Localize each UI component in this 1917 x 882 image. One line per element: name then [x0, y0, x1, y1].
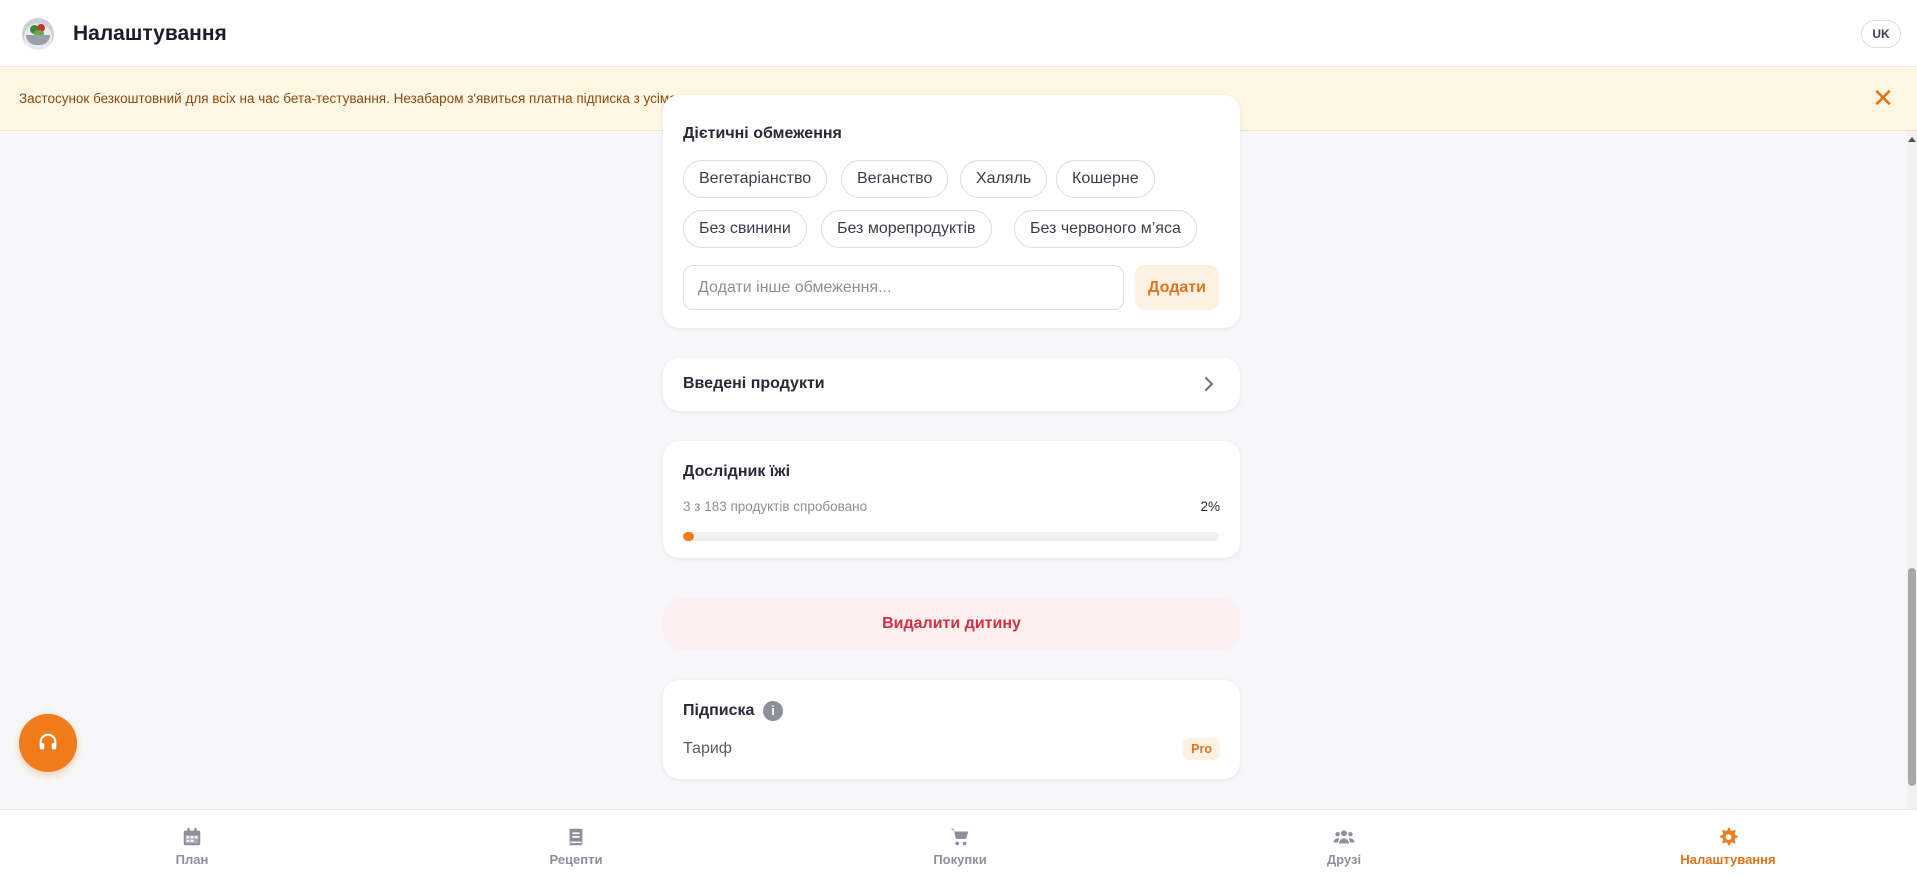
nav-item-plan[interactable]: План — [112, 810, 272, 882]
language-button[interactable]: UK — [1861, 20, 1901, 48]
explorer-percent: 2% — [1200, 499, 1220, 514]
nav-item-friends[interactable]: Друзі — [1264, 810, 1424, 882]
nav-label: Рецепти — [549, 852, 603, 867]
introduced-products-row[interactable]: Введені продукти — [663, 358, 1240, 411]
subscription-card: Підписка i Тариф Pro — [663, 680, 1240, 779]
diet-chip[interactable]: Веганство — [841, 160, 949, 198]
nav-item-settings[interactable]: Налаштування — [1648, 810, 1808, 882]
diet-chip[interactable]: Халяль — [960, 160, 1048, 198]
book-icon — [569, 828, 583, 846]
diet-chip[interactable]: Вегетаріанство — [683, 160, 828, 198]
diet-restrictions-card: Дієтичні обмеження Вегетаріанство Веганс… — [663, 95, 1240, 328]
page-title: Налаштування — [73, 22, 227, 45]
explorer-heading: Дослідник їжі — [683, 463, 791, 480]
food-explorer-card: Дослідник їжі 3 з 183 продуктів спробова… — [663, 441, 1240, 558]
tariff-badge: Pro — [1183, 738, 1220, 760]
diet-heading: Дієтичні обмеження — [683, 125, 842, 142]
nav-label: Друзі — [1326, 852, 1362, 867]
custom-restriction-input[interactable] — [683, 265, 1124, 310]
nav-item-shopping[interactable]: Покупки — [880, 810, 1040, 882]
app-header: Налаштування UK — [0, 0, 1917, 67]
chevron-right-icon — [1205, 377, 1213, 391]
nav-label: План — [175, 852, 209, 867]
bottom-navigation: План Рецепти Покупки Друзі Налаштування — [0, 809, 1917, 882]
scroll-up-arrow-icon[interactable] — [1908, 137, 1916, 142]
explorer-progress-text: 3 з 183 продуктів спробовано — [683, 499, 868, 514]
diet-chip[interactable]: Без свинини — [683, 210, 807, 248]
banner-text: Застосунок безкоштовний для всіх на час … — [19, 91, 777, 106]
headset-icon — [39, 733, 57, 750]
nav-label: Налаштування — [1680, 852, 1776, 867]
explorer-progress-fill — [683, 532, 694, 541]
diet-chip[interactable]: Без червоного м’яса — [1014, 210, 1197, 248]
explorer-progress-bar — [683, 532, 1219, 541]
users-icon — [1333, 830, 1355, 844]
nav-item-recipes[interactable]: Рецепти — [496, 810, 656, 882]
subscription-heading: Підписка — [683, 702, 755, 719]
app-logo-icon — [22, 18, 54, 50]
scrollbar-thumb[interactable] — [1908, 568, 1916, 786]
delete-child-button[interactable]: Видалити дитину — [663, 598, 1240, 650]
add-restriction-button[interactable]: Додати — [1135, 265, 1219, 310]
close-icon[interactable]: ✕ — [1871, 85, 1895, 111]
diet-chip[interactable]: Кошерне — [1056, 160, 1155, 198]
tariff-label: Тариф — [683, 740, 732, 757]
introduced-products-label: Введені продукти — [683, 375, 825, 392]
support-button[interactable] — [19, 714, 77, 772]
gear-icon — [1720, 827, 1738, 846]
info-icon[interactable]: i — [763, 701, 783, 721]
calendar-icon — [183, 827, 201, 846]
cart-icon — [950, 828, 969, 846]
nav-label: Покупки — [933, 852, 987, 867]
diet-chip[interactable]: Без морепродуктів — [821, 210, 992, 248]
